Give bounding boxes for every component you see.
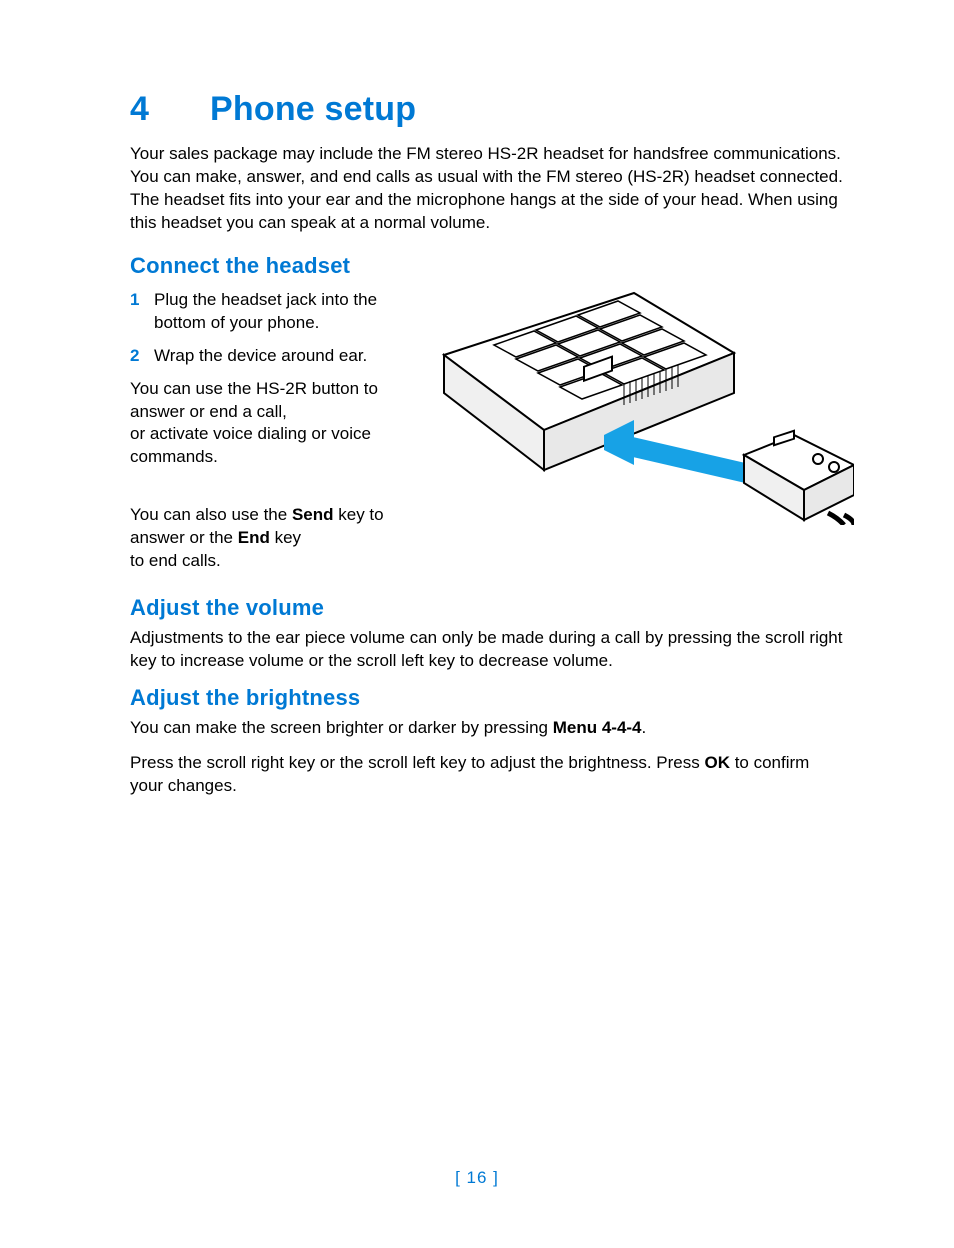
section-heading-volume: Adjust the volume: [130, 595, 846, 621]
brightness-paragraph-2: Press the scroll right key or the scroll…: [130, 752, 846, 798]
connect-text-column: 1 Plug the headset jack into the bottom …: [130, 285, 410, 585]
section-heading-brightness: Adjust the brightness: [130, 685, 846, 711]
volume-paragraph: Adjustments to the ear piece volume can …: [130, 627, 846, 673]
phone-headset-illustration: [424, 285, 854, 525]
chapter-number: 4: [130, 90, 210, 129]
text-run: .: [642, 718, 647, 737]
chapter-title: Phone setup: [210, 90, 416, 128]
connect-paragraph-1: You can use the HS-2R button to answer o…: [130, 378, 410, 470]
connect-steps-list: 1 Plug the headset jack into the bottom …: [130, 289, 410, 368]
text-bold: Send: [292, 505, 334, 524]
step-number: 2: [130, 345, 139, 368]
section-heading-connect: Connect the headset: [130, 253, 846, 279]
text-bold: OK: [704, 753, 730, 772]
text-run: Press the scroll right key or the scroll…: [130, 753, 704, 772]
connect-illustration-column: [424, 285, 854, 530]
manual-page: 4Phone setup Your sales package may incl…: [0, 0, 954, 1248]
connect-paragraph-2: You can also use the Send key to answer …: [130, 481, 410, 573]
list-item: 1 Plug the headset jack into the bottom …: [130, 289, 410, 335]
text-run: You can also use the: [130, 505, 292, 524]
text-bold: End: [238, 528, 270, 547]
text-bold: Menu 4-4-4: [553, 718, 642, 737]
page-number: [ 16 ]: [0, 1168, 954, 1188]
step-text: Plug the headset jack into the bottom of…: [154, 290, 377, 332]
step-text: Wrap the device around ear.: [154, 346, 367, 365]
list-item: 2 Wrap the device around ear.: [130, 345, 410, 368]
step-number: 1: [130, 289, 139, 312]
connect-row: 1 Plug the headset jack into the bottom …: [130, 285, 846, 585]
intro-paragraph: Your sales package may include the FM st…: [130, 143, 846, 235]
brightness-paragraph-1: You can make the screen brighter or dark…: [130, 717, 846, 740]
chapter-heading: 4Phone setup: [130, 90, 846, 129]
text-run: You can make the screen brighter or dark…: [130, 718, 553, 737]
